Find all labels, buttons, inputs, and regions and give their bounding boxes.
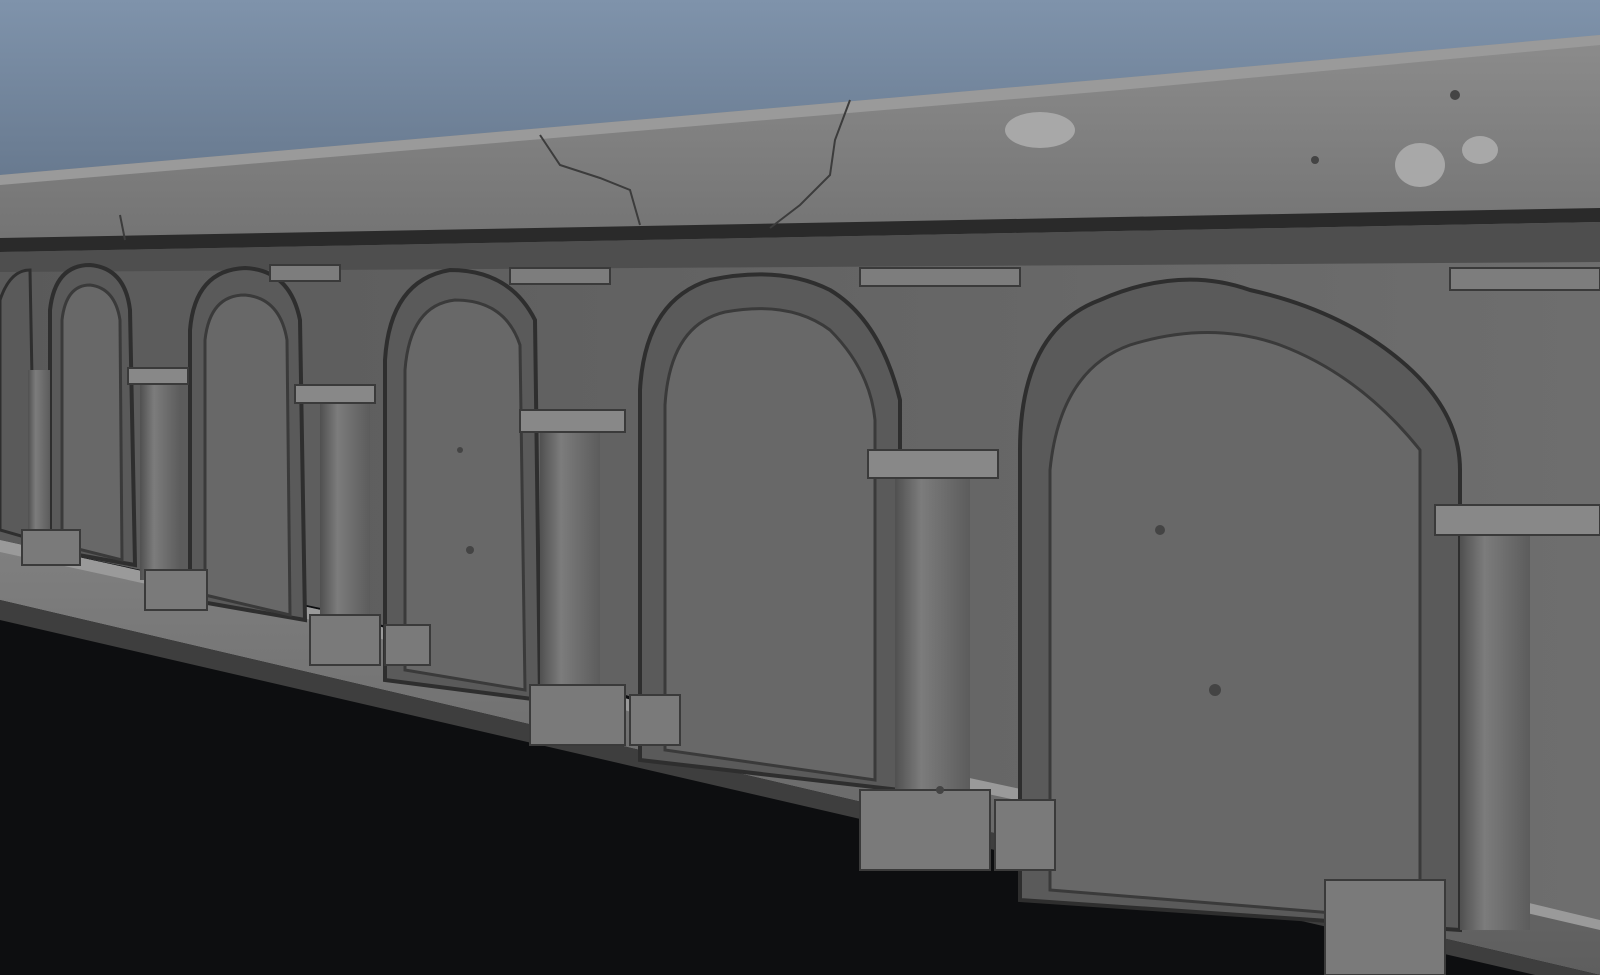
viewport[interactable] <box>0 0 1600 975</box>
arch-2 <box>48 262 138 568</box>
sculpt-render <box>0 0 1600 975</box>
arch-3 <box>188 265 308 623</box>
arch-6 <box>1018 277 1462 933</box>
